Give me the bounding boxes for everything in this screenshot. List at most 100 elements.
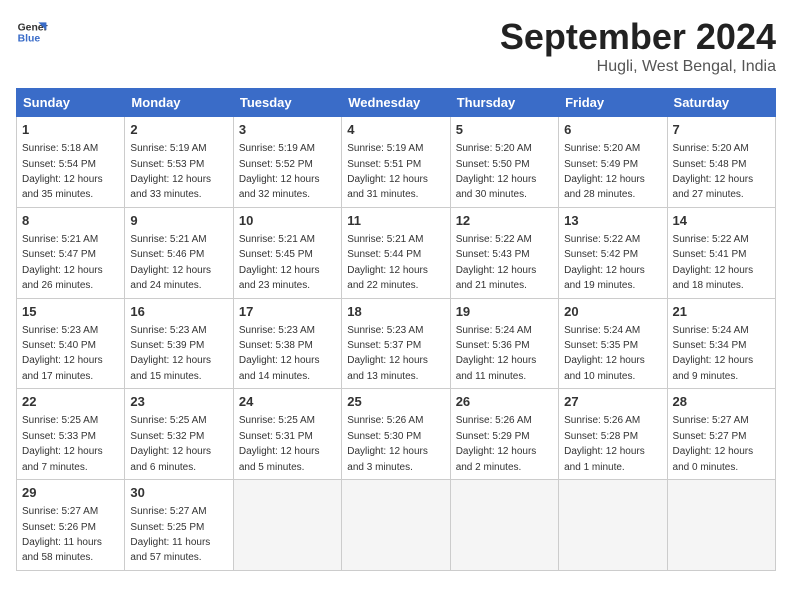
calendar-day: 14Sunrise: 5:22 AM Sunset: 5:41 PM Dayli…: [667, 207, 775, 298]
calendar-day: 1 Sunrise: 5:18 AM Sunset: 5:54 PM Daylig…: [17, 117, 125, 208]
col-monday: Monday: [125, 89, 233, 117]
day-number: 30: [130, 484, 227, 502]
day-detail: Sunrise: 5:21 AM Sunset: 5:46 PM Dayligh…: [130, 234, 211, 291]
calendar-day: 3 Sunrise: 5:19 AM Sunset: 5:52 PM Daylig…: [233, 117, 341, 208]
calendar-day: [342, 480, 450, 571]
col-thursday: Thursday: [450, 89, 558, 117]
logo-icon: General Blue: [16, 16, 48, 48]
calendar-day: 8 Sunrise: 5:21 AM Sunset: 5:47 PM Daylig…: [17, 207, 125, 298]
logo: General Blue: [16, 16, 48, 48]
day-detail: Sunrise: 5:21 AM Sunset: 5:45 PM Dayligh…: [239, 234, 320, 291]
day-detail: Sunrise: 5:22 AM Sunset: 5:43 PM Dayligh…: [456, 234, 537, 291]
day-detail: Sunrise: 5:25 AM Sunset: 5:32 PM Dayligh…: [130, 415, 211, 472]
calendar-day: 10Sunrise: 5:21 AM Sunset: 5:45 PM Dayli…: [233, 207, 341, 298]
day-number: 17: [239, 303, 336, 321]
day-detail: Sunrise: 5:21 AM Sunset: 5:44 PM Dayligh…: [347, 234, 428, 291]
day-detail: Sunrise: 5:26 AM Sunset: 5:28 PM Dayligh…: [564, 415, 645, 472]
title-area: September 2024 Hugli, West Bengal, India: [500, 16, 776, 76]
location: Hugli, West Bengal, India: [500, 58, 776, 76]
day-detail: Sunrise: 5:18 AM Sunset: 5:54 PM Dayligh…: [22, 143, 103, 200]
day-number: 7: [673, 121, 770, 139]
calendar-week-2: 8 Sunrise: 5:21 AM Sunset: 5:47 PM Daylig…: [17, 207, 776, 298]
calendar-day: 26Sunrise: 5:26 AM Sunset: 5:29 PM Dayli…: [450, 389, 558, 480]
calendar-day: [667, 480, 775, 571]
header-row: Sunday Monday Tuesday Wednesday Thursday…: [17, 89, 776, 117]
day-number: 16: [130, 303, 227, 321]
calendar-day: 21 Sunrise: 5:24 AM Sunset: 5:34 PM Dayli…: [667, 298, 775, 389]
calendar-day: [233, 480, 341, 571]
day-number: 13: [564, 212, 661, 230]
calendar-week-4: 22Sunrise: 5:25 AM Sunset: 5:33 PM Dayli…: [17, 389, 776, 480]
day-detail: Sunrise: 5:23 AM Sunset: 5:40 PM Dayligh…: [22, 325, 103, 382]
day-detail: Sunrise: 5:27 AM Sunset: 5:27 PM Dayligh…: [673, 415, 754, 472]
day-number: 29: [22, 484, 119, 502]
calendar-day: 19 Sunrise: 5:24 AM Sunset: 5:36 PM Dayli…: [450, 298, 558, 389]
day-detail: Sunrise: 5:24 AM Sunset: 5:36 PM Dayligh…: [456, 325, 537, 382]
day-number: 19: [456, 303, 553, 321]
page-header: General Blue September 2024 Hugli, West …: [16, 16, 776, 76]
calendar-day: 17 Sunrise: 5:23 AM Sunset: 5:38 PM Dayli…: [233, 298, 341, 389]
day-detail: Sunrise: 5:26 AM Sunset: 5:29 PM Dayligh…: [456, 415, 537, 472]
day-number: 21: [673, 303, 770, 321]
calendar-day: 29 Sunrise: 5:27 AM Sunset: 5:26 PM Dayli…: [17, 480, 125, 571]
day-number: 27: [564, 393, 661, 411]
day-detail: Sunrise: 5:22 AM Sunset: 5:42 PM Dayligh…: [564, 234, 645, 291]
calendar-day: 20Sunrise: 5:24 AM Sunset: 5:35 PM Dayli…: [559, 298, 667, 389]
day-number: 5: [456, 121, 553, 139]
day-detail: Sunrise: 5:25 AM Sunset: 5:31 PM Dayligh…: [239, 415, 320, 472]
day-number: 12: [456, 212, 553, 230]
col-sunday: Sunday: [17, 89, 125, 117]
day-detail: Sunrise: 5:19 AM Sunset: 5:53 PM Dayligh…: [130, 143, 211, 200]
calendar-day: 7 Sunrise: 5:20 AM Sunset: 5:48 PM Daylig…: [667, 117, 775, 208]
calendar-day: 25Sunrise: 5:26 AM Sunset: 5:30 PM Dayli…: [342, 389, 450, 480]
day-number: 22: [22, 393, 119, 411]
col-tuesday: Tuesday: [233, 89, 341, 117]
calendar-day: 12 Sunrise: 5:22 AM Sunset: 5:43 PM Dayli…: [450, 207, 558, 298]
col-friday: Friday: [559, 89, 667, 117]
col-wednesday: Wednesday: [342, 89, 450, 117]
calendar-day: 9 Sunrise: 5:21 AM Sunset: 5:46 PM Daylig…: [125, 207, 233, 298]
calendar-day: 16 Sunrise: 5:23 AM Sunset: 5:39 PM Dayli…: [125, 298, 233, 389]
calendar-day: 4Sunrise: 5:19 AM Sunset: 5:51 PM Daylig…: [342, 117, 450, 208]
calendar-day: 2 Sunrise: 5:19 AM Sunset: 5:53 PM Daylig…: [125, 117, 233, 208]
day-number: 6: [564, 121, 661, 139]
day-detail: Sunrise: 5:19 AM Sunset: 5:52 PM Dayligh…: [239, 143, 320, 200]
day-detail: Sunrise: 5:27 AM Sunset: 5:25 PM Dayligh…: [130, 506, 210, 563]
day-number: 1: [22, 121, 119, 139]
day-number: 11: [347, 212, 444, 230]
day-detail: Sunrise: 5:23 AM Sunset: 5:38 PM Dayligh…: [239, 325, 320, 382]
calendar-week-3: 15 Sunrise: 5:23 AM Sunset: 5:40 PM Dayli…: [17, 298, 776, 389]
day-number: 3: [239, 121, 336, 139]
calendar-day: 24Sunrise: 5:25 AM Sunset: 5:31 PM Dayli…: [233, 389, 341, 480]
day-detail: Sunrise: 5:20 AM Sunset: 5:49 PM Dayligh…: [564, 143, 645, 200]
month-title: September 2024: [500, 16, 776, 58]
day-number: 15: [22, 303, 119, 321]
day-detail: Sunrise: 5:23 AM Sunset: 5:39 PM Dayligh…: [130, 325, 211, 382]
calendar-day: 23 Sunrise: 5:25 AM Sunset: 5:32 PM Dayli…: [125, 389, 233, 480]
day-detail: Sunrise: 5:20 AM Sunset: 5:50 PM Dayligh…: [456, 143, 537, 200]
day-number: 9: [130, 212, 227, 230]
svg-text:Blue: Blue: [18, 34, 41, 45]
day-detail: Sunrise: 5:26 AM Sunset: 5:30 PM Dayligh…: [347, 415, 428, 472]
calendar-week-1: 1 Sunrise: 5:18 AM Sunset: 5:54 PM Daylig…: [17, 117, 776, 208]
calendar-week-5: 29 Sunrise: 5:27 AM Sunset: 5:26 PM Dayli…: [17, 480, 776, 571]
day-number: 8: [22, 212, 119, 230]
calendar-day: 6 Sunrise: 5:20 AM Sunset: 5:49 PM Daylig…: [559, 117, 667, 208]
calendar-day: 11 Sunrise: 5:21 AM Sunset: 5:44 PM Dayli…: [342, 207, 450, 298]
calendar-day: [450, 480, 558, 571]
day-number: 28: [673, 393, 770, 411]
calendar-day: [559, 480, 667, 571]
calendar-day: 13 Sunrise: 5:22 AM Sunset: 5:42 PM Dayli…: [559, 207, 667, 298]
day-number: 2: [130, 121, 227, 139]
calendar-day: 27 Sunrise: 5:26 AM Sunset: 5:28 PM Dayli…: [559, 389, 667, 480]
day-detail: Sunrise: 5:20 AM Sunset: 5:48 PM Dayligh…: [673, 143, 754, 200]
day-number: 4: [347, 121, 444, 139]
calendar-table: Sunday Monday Tuesday Wednesday Thursday…: [16, 88, 776, 571]
day-detail: Sunrise: 5:21 AM Sunset: 5:47 PM Dayligh…: [22, 234, 103, 291]
day-detail: Sunrise: 5:24 AM Sunset: 5:34 PM Dayligh…: [673, 325, 754, 382]
day-number: 20: [564, 303, 661, 321]
calendar-day: 28 Sunrise: 5:27 AM Sunset: 5:27 PM Dayli…: [667, 389, 775, 480]
day-number: 23: [130, 393, 227, 411]
day-number: 14: [673, 212, 770, 230]
day-detail: Sunrise: 5:27 AM Sunset: 5:26 PM Dayligh…: [22, 506, 102, 563]
